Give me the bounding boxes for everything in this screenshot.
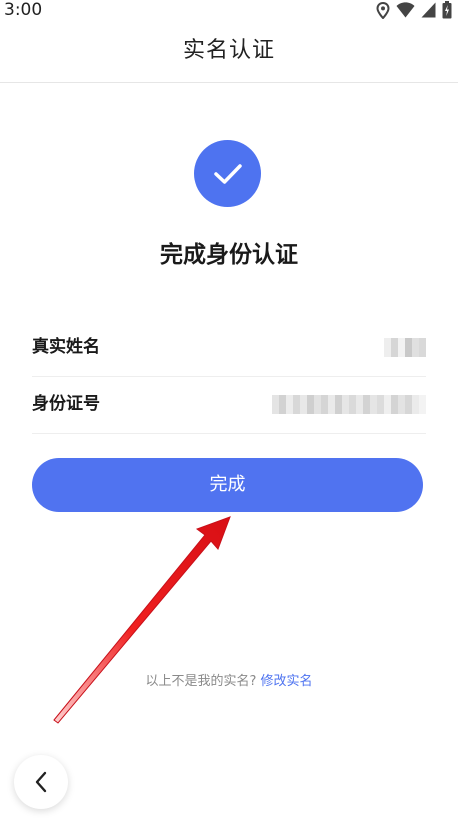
signal-icon [421,2,436,18]
location-icon [376,1,390,19]
page-title: 实名认证 [182,38,275,63]
id-row: 身份证号 [32,377,426,434]
done-button[interactable]: 完成 [32,458,423,512]
footer-question: 以上不是我的实名? [145,674,257,689]
success-badge [194,140,261,207]
status-time: 3:00 [4,0,43,20]
footer: 以上不是我的实名? 修改实名 [0,672,458,692]
result-heading: 完成身份认证 [160,242,298,268]
name-row: 真实姓名 [32,320,426,377]
check-icon [213,163,242,184]
back-button[interactable] [14,755,68,809]
battery-icon [442,1,452,19]
name-label: 真实姓名 [32,337,100,357]
wifi-icon [396,2,415,18]
id-value-redacted [272,395,426,414]
status-bar: 3:00 [0,0,458,22]
name-value-redacted [384,338,426,357]
nav-bar: 实名认证 [0,22,458,83]
id-label: 身份证号 [32,394,100,414]
chevron-left-icon [35,771,47,793]
edit-name-link[interactable]: 修改实名 [260,674,312,689]
status-icons [376,1,452,19]
